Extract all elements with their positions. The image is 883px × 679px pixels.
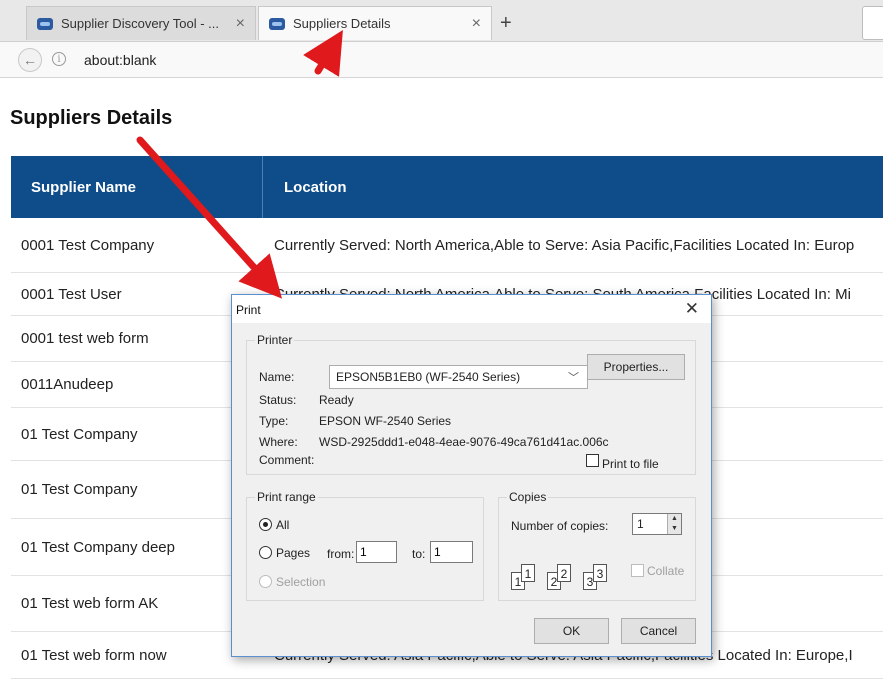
print-to-file-checkbox[interactable] [586, 454, 599, 467]
print-range-group-label: Print range [255, 490, 318, 504]
close-tab-icon[interactable]: × [236, 15, 245, 33]
to-label: to: [412, 547, 426, 561]
site-favicon-icon [37, 17, 53, 30]
page-range-label[interactable]: Pages [276, 546, 310, 560]
page-range-radio[interactable] [259, 546, 272, 559]
supplier-name-cell: 0001 test web form [21, 330, 149, 347]
collate-page: 2 [557, 564, 571, 582]
location-cell: Currently Served: North America,Able to … [274, 237, 855, 254]
ok-button[interactable]: OK [534, 618, 609, 644]
from-label: from: [327, 547, 355, 561]
table-header: Supplier Name Location [11, 156, 883, 218]
comment-label: Comment: [259, 453, 315, 467]
all-pages-label[interactable]: All [276, 518, 289, 532]
status-value: Ready [319, 393, 354, 407]
dialog-titlebar[interactable]: Print ✕ [232, 295, 711, 323]
collate-pages-icon: 1 1 2 2 3 3 [511, 562, 626, 592]
table-row: 0001 Test Company Currently Served: North… [11, 218, 883, 273]
back-button[interactable]: ← [18, 48, 42, 72]
browser-profile-button[interactable] [862, 6, 883, 40]
properties-button[interactable]: Properties... [587, 354, 685, 380]
collate-label[interactable]: Collate [647, 564, 684, 578]
supplier-name-cell: 01 Test web form AK [21, 595, 159, 612]
supplier-name-cell: 01 Test Company [21, 481, 138, 498]
site-favicon-icon [269, 17, 285, 30]
dialog-close-icon[interactable]: ✕ [685, 299, 699, 319]
printer-name-value: EPSON5B1EB0 (WF-2540 Series) [336, 370, 521, 384]
copies-group-label: Copies [507, 490, 549, 504]
supplier-name-cell: 01 Test web form now [21, 647, 167, 664]
tab-title: Suppliers Details [293, 16, 391, 31]
supplier-name-cell: 01 Test Company deep [21, 539, 175, 556]
copies-spinner[interactable]: 1 ▲ ▼ [632, 513, 682, 535]
type-label: Type: [259, 414, 289, 428]
new-tab-button[interactable]: + [500, 12, 512, 35]
print-range-group: Print range All Pages from: to: Selectio… [246, 490, 484, 601]
copies-group: Copies Number of copies: 1 ▲ ▼ 1 1 2 2 3 … [498, 490, 696, 601]
collate-page: 3 [593, 564, 607, 582]
column-header-supplier-name[interactable]: Supplier Name [31, 156, 136, 218]
close-tab-icon[interactable]: × [472, 15, 481, 33]
from-page-input[interactable] [356, 541, 397, 563]
printer-group: Printer Name: EPSON5B1EB0 (WF-2540 Serie… [246, 333, 696, 475]
tab-supplier-discovery-tool[interactable]: Supplier Discovery Tool - ... × [26, 6, 256, 40]
column-divider [262, 156, 263, 218]
tab-title: Supplier Discovery Tool - ... [61, 16, 219, 31]
cancel-button[interactable]: Cancel [621, 618, 696, 644]
column-header-location[interactable]: Location [284, 156, 347, 218]
collate-checkbox[interactable] [631, 564, 644, 577]
collate-page: 1 [521, 564, 535, 582]
printer-name-select[interactable]: EPSON5B1EB0 (WF-2540 Series) ﹀ [329, 365, 588, 389]
supplier-name-cell: 01 Test Company [21, 426, 138, 443]
print-to-file-label[interactable]: Print to file [602, 457, 659, 471]
selection-label[interactable]: Selection [276, 575, 325, 589]
browser-tab-bar: Supplier Discovery Tool - ... × Supplier… [0, 0, 883, 42]
to-page-input[interactable] [430, 541, 473, 563]
site-info-icon[interactable]: i [52, 52, 66, 66]
name-label: Name: [259, 370, 295, 384]
all-pages-radio[interactable] [259, 518, 272, 531]
status-label: Status: [259, 393, 297, 407]
where-label: Where: [259, 435, 298, 449]
number-of-copies-label: Number of copies: [511, 519, 609, 533]
supplier-name-cell: 0011Anudeep [21, 376, 114, 393]
where-value: WSD-2925ddd1-e048-4eae-9076-49ca761d41ac… [319, 435, 609, 449]
tab-suppliers-details[interactable]: Suppliers Details × [258, 6, 492, 40]
dialog-title: Print [236, 303, 261, 317]
supplier-name-cell: 0001 Test Company [21, 237, 155, 254]
selection-radio[interactable] [259, 575, 272, 588]
address-bar[interactable]: about:blank [84, 52, 156, 68]
printer-group-label: Printer [255, 333, 295, 347]
browser-nav-bar: ← i about:blank [0, 42, 883, 78]
print-dialog: Print ✕ Printer Name: EPSON5B1EB0 (WF-25… [231, 294, 712, 657]
page-title: Suppliers Details [10, 107, 173, 129]
spinner-arrows-icon[interactable]: ▲ ▼ [667, 514, 681, 534]
copies-value: 1 [637, 517, 644, 531]
supplier-name-cell: 0001 Test User [21, 286, 122, 303]
type-value: EPSON WF-2540 Series [319, 414, 452, 428]
chevron-down-icon: ﹀ [568, 372, 579, 384]
back-arrow-icon: ← [23, 52, 37, 68]
